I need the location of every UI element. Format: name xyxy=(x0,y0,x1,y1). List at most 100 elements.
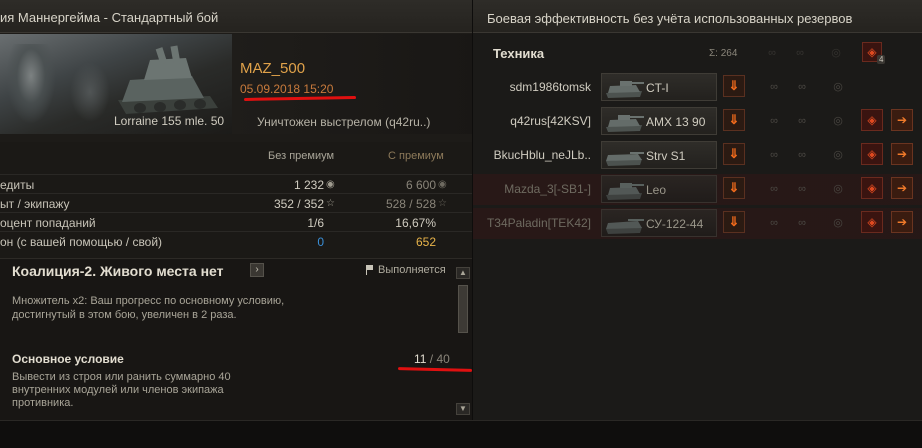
vehicle-name: CT-I xyxy=(646,81,669,95)
block-icon: ◎ xyxy=(833,149,843,161)
critical-hit-icon[interactable]: ➔ xyxy=(891,109,913,131)
progress-total: / 40 xyxy=(426,352,450,366)
table-row: ыт / экипажу 352 / 352 ☆ 528 / 528 ☆ xyxy=(0,193,478,212)
vehicle-name: Strv S1 xyxy=(646,149,686,163)
vehicle-box: Strv S1 xyxy=(601,141,717,169)
table-row: он (с вашей помощью / свой) 0 652 xyxy=(0,231,478,250)
battle-datetime: 05.09.2018 15:20 xyxy=(240,82,334,96)
scroll-up-icon[interactable]: ▲ xyxy=(456,267,470,279)
damage-dealt-icon[interactable]: ⇓ xyxy=(723,109,745,131)
quest-status-text: Выполняется xyxy=(378,264,446,276)
value-no-premium: 352 / 352 xyxy=(273,197,324,211)
annotation-underline xyxy=(243,96,357,101)
row-label: оцент попаданий xyxy=(0,216,96,230)
list-item[interactable]: T34Paladin[TEK42] СУ-122-44 ⇓ ∞ ∞ ◎ ◈ ➔ xyxy=(473,208,922,239)
table-row: едиты 1 232 ◉ 6 600 ◉ xyxy=(0,174,478,193)
track-icon: ∞ xyxy=(798,115,806,127)
block-icon: ◎ xyxy=(831,47,841,59)
track-icon: ∞ xyxy=(796,47,804,59)
vehicle-icon xyxy=(606,115,644,132)
block-icon: ◎ xyxy=(833,115,843,127)
critical-hit-icon[interactable]: ➔ xyxy=(891,143,913,165)
block-icon: ◎ xyxy=(833,81,843,93)
scrollbar[interactable]: ▲ ▼ xyxy=(456,267,470,415)
spotted-icon[interactable]: ◈ xyxy=(861,109,883,131)
bottom-bar xyxy=(0,420,922,448)
vehicle-box: СУ-122-44 xyxy=(601,209,717,237)
assist-icon: ∞ xyxy=(770,183,778,195)
damage-dealt-icon[interactable]: ⇓ xyxy=(723,143,745,165)
damage-dealt-icon[interactable]: ⇓ xyxy=(723,211,745,233)
vehicle-name: СУ-122-44 xyxy=(646,217,704,231)
player-name: MAZ_500 xyxy=(240,60,306,77)
row-label: ыт / экипажу xyxy=(0,197,70,211)
assist-icon: ∞ xyxy=(770,149,778,161)
value-premium: 6 600 xyxy=(405,178,436,192)
enemy-player-name: sdm1986tomsk xyxy=(509,80,591,94)
tank-name: Lorraine 155 mle. 50 xyxy=(114,114,225,128)
vehicles-label: Техника xyxy=(493,46,545,61)
condition-title: Основное условие xyxy=(12,352,124,366)
condition-description: Вывести из строя или ранить суммарно 40 … xyxy=(12,371,231,409)
battle-title: ия Маннергейма - Стандартный бой xyxy=(0,10,219,25)
chevron-right-icon[interactable]: › xyxy=(250,263,264,277)
list-item[interactable]: q42rus[42KSV] AMX 13 90 ⇓ ∞ ∞ ◎ ◈ ➔ xyxy=(473,106,922,137)
value-no-premium: 0 xyxy=(317,235,324,249)
tank-hero: Lorraine 155 mle. 50 MAZ_500 05.09.2018 … xyxy=(0,34,478,134)
critical-hit-icon[interactable]: ➔ xyxy=(891,177,913,199)
row-label: он (с вашей помощью / свой) xyxy=(0,235,163,249)
death-cause: Уничтожен выстрелом (q42ru..) xyxy=(257,115,431,129)
enemy-player-name: Mazda_3[-SB1-] xyxy=(504,182,591,196)
tank-image xyxy=(118,45,218,114)
vehicle-box: AMX 13 90 xyxy=(601,107,717,135)
spotted-count: 4 xyxy=(877,55,886,64)
damage-dealt-icon[interactable]: ⇓ xyxy=(723,177,745,199)
block-icon: ◎ xyxy=(833,183,843,195)
track-icon: ∞ xyxy=(798,81,806,93)
value-premium: 16,67% xyxy=(395,216,436,230)
block-icon: ◎ xyxy=(833,217,843,229)
value-premium: 528 / 528 xyxy=(385,197,436,211)
column-header-premium: С премиум xyxy=(388,150,444,162)
right-panel-header: Боевая эффективность без учёта использов… xyxy=(473,0,922,33)
spotted-icon[interactable]: ◈ xyxy=(861,143,883,165)
quest-status: Выполняется xyxy=(366,264,446,276)
value-premium: 652 xyxy=(415,235,436,249)
hero-scenery xyxy=(6,44,56,124)
track-icon: ∞ xyxy=(798,217,806,229)
list-item[interactable]: BkucHblu_neJLb.. Strv S1 ⇓ ∞ ∞ ◎ ◈ ➔ xyxy=(473,140,922,171)
spotted-icon[interactable]: ◈ xyxy=(861,177,883,199)
vehicle-icon xyxy=(606,81,644,98)
vehicle-name: AMX 13 90 xyxy=(646,115,706,129)
efficiency-title: Боевая эффективность без учёта использов… xyxy=(487,11,853,26)
quest-title: Коалиция-2. Живого места нет xyxy=(12,263,224,279)
star-icon: ☆ xyxy=(326,198,335,209)
battle-details-panel: ия Маннергейма - Стандартный бой Lorrain… xyxy=(0,0,478,420)
efficiency-header: Техника Σ: 264 ∞ ∞ ◎ ◈ 4 xyxy=(473,40,922,66)
track-icon: ∞ xyxy=(798,149,806,161)
critical-hit-icon[interactable]: ➔ xyxy=(891,211,913,233)
assist-icon: ∞ xyxy=(770,115,778,127)
value-no-premium: 1 232 xyxy=(293,178,324,192)
list-item[interactable]: sdm1986tomsk CT-I ⇓ ∞ ∞ ◎ xyxy=(473,72,922,103)
efficiency-panel: Боевая эффективность без учёта использов… xyxy=(472,0,922,420)
vehicle-box: CT-I xyxy=(601,73,717,101)
spotted-icon[interactable]: ◈ xyxy=(861,211,883,233)
vehicle-icon xyxy=(606,219,644,234)
column-header-no-premium: Без премиум xyxy=(268,150,335,162)
scroll-down-icon[interactable]: ▼ xyxy=(456,403,470,415)
damage-dealt-icon[interactable]: ⇓ xyxy=(723,75,745,97)
vehicle-icon xyxy=(606,183,644,200)
list-item[interactable]: Mazda_3[-SB1-] Leo ⇓ ∞ ∞ ◎ ◈ ➔ xyxy=(473,174,922,205)
assist-icon: ∞ xyxy=(770,217,778,229)
scrollbar-thumb[interactable] xyxy=(458,285,468,333)
table-row: оцент попаданий 1/6 16,67% xyxy=(0,212,478,231)
vehicle-icon xyxy=(606,152,644,166)
credits-icon: ◉ xyxy=(326,179,335,190)
enemy-player-name: q42rus[42KSV] xyxy=(510,114,591,128)
row-label: едиты xyxy=(0,178,35,192)
left-panel-header: ия Маннергейма - Стандартный бой xyxy=(0,0,478,33)
enemy-player-name: BkucHblu_neJLb.. xyxy=(493,148,591,162)
credits-icon: ◉ xyxy=(438,179,447,190)
quest-progress: 11 / 40 xyxy=(414,352,450,366)
